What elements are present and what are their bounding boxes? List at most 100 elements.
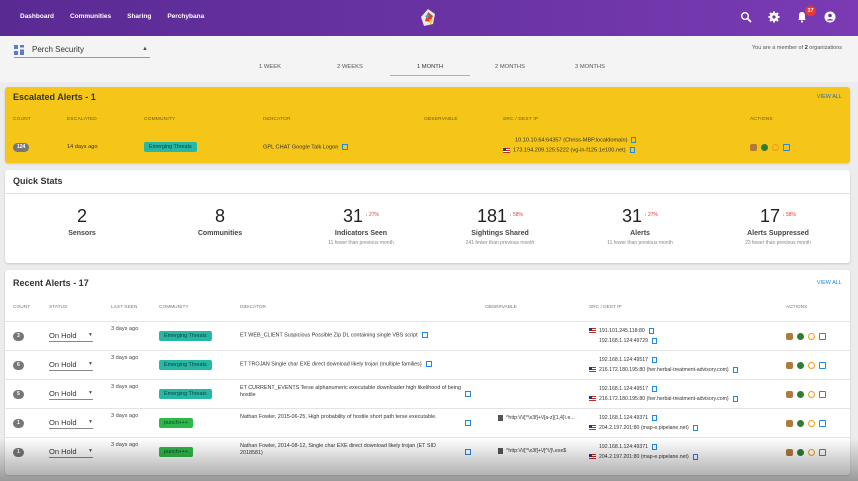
edit-icon[interactable] [819, 449, 826, 456]
table-row[interactable]: 5 On Hold ▼ 3 days ago Emerging Threats E… [5, 379, 850, 408]
copy-icon[interactable] [652, 414, 658, 421]
tab-1-month[interactable]: 1 MONTH [390, 64, 470, 76]
check-icon[interactable] [761, 144, 768, 151]
external-link-icon[interactable] [465, 449, 471, 455]
community-tag[interactable]: punch+++ [159, 447, 194, 457]
copy-icon[interactable] [652, 443, 658, 450]
recent-alerts-card: Recent Alerts - 17 VIEW ALL COUNT STATUS… [5, 270, 850, 475]
status-select[interactable]: On Hold ▼ [49, 418, 93, 429]
stat-trend: 27% [647, 212, 658, 218]
nav-perchybana[interactable]: Perchybana [167, 13, 204, 20]
tab-2-months[interactable]: 2 MONTHS [470, 64, 550, 76]
copy-icon[interactable] [648, 327, 654, 334]
table-row[interactable]: 6 On Hold ▼ 3 days ago Emerging Threats E… [5, 350, 850, 379]
nav-sharing[interactable]: Sharing [127, 13, 151, 20]
src-ip: 10.10.10.64:64357 (Chriss-MBP.localdomai… [515, 137, 637, 143]
edit-icon[interactable] [783, 144, 790, 151]
check-icon[interactable] [797, 391, 804, 398]
dest-line: 216.172.180.195:80 (her.herbal-treatment… [589, 394, 738, 404]
community-tag[interactable]: Emerging Threats [159, 331, 212, 341]
stat-alerts-suppressed: 17 ↓ 58% Alerts Suppressed 23 fewer than … [708, 206, 848, 246]
block-icon[interactable] [808, 420, 815, 427]
bug-icon[interactable] [786, 333, 793, 340]
stat-value: 2 [76, 206, 87, 226]
indicator-text: ET TROJAN Single char EXE direct downloa… [240, 361, 468, 368]
community-tag[interactable]: punch+++ [159, 418, 194, 428]
bug-icon[interactable] [786, 391, 793, 398]
bug-icon[interactable] [750, 144, 757, 151]
block-icon[interactable] [808, 391, 815, 398]
org-bar: Perch Security ▲ You are a member of 2 o… [0, 36, 858, 82]
edit-icon[interactable] [819, 391, 826, 398]
perch-logo-icon[interactable] [418, 8, 438, 28]
status-select[interactable]: On Hold ▼ [49, 447, 93, 458]
check-icon[interactable] [797, 333, 804, 340]
bug-icon[interactable] [786, 420, 793, 427]
indicator-label: ET CURRENT_EVENTS Terse alphanumeric exe… [240, 385, 461, 398]
src-dest-ip: 192.168.1.124:49371 204.2.197.201:80 (ma… [589, 413, 698, 433]
block-icon[interactable] [808, 362, 815, 369]
gear-icon[interactable] [768, 11, 780, 23]
external-link-icon[interactable] [421, 332, 428, 338]
copy-icon[interactable] [692, 424, 698, 431]
check-icon[interactable] [797, 362, 804, 369]
src-ip-label: 192.168.1.124:49517 [599, 386, 649, 392]
copy-icon[interactable] [732, 395, 738, 402]
check-icon[interactable] [797, 449, 804, 456]
escalated-row[interactable]: 124 14 days ago Emerging Threats GPL CHA… [5, 137, 850, 157]
flag-us-icon [589, 328, 596, 334]
copy-icon[interactable] [652, 356, 658, 363]
block-icon[interactable] [808, 333, 815, 340]
copy-icon[interactable] [692, 453, 698, 460]
search-icon[interactable] [740, 11, 752, 23]
external-link-icon[interactable] [342, 144, 349, 150]
count-pill: 1 [13, 419, 24, 428]
edit-icon[interactable] [819, 362, 826, 369]
edit-icon[interactable] [819, 420, 826, 427]
status-value: On Hold [49, 389, 77, 398]
edit-icon[interactable] [819, 333, 826, 340]
nav-communities[interactable]: Communities [70, 13, 111, 20]
table-row[interactable]: 3 On Hold ▼ 3 days ago Emerging Threats E… [5, 321, 850, 350]
indicator-label: ET WEB_CLIENT Suspicious Possible Zip DL… [240, 332, 418, 339]
tab-3-months[interactable]: 3 MONTHS [550, 64, 630, 76]
last-seen: 3 days ago [111, 326, 139, 332]
check-icon[interactable] [797, 420, 804, 427]
community-tag[interactable]: Emerging Threats [159, 389, 212, 399]
membership-suffix: organizations [809, 45, 842, 51]
tab-2-weeks[interactable]: 2 WEEKS [310, 64, 390, 76]
nav-dashboard[interactable]: Dashboard [20, 13, 54, 20]
external-link-icon[interactable] [465, 391, 471, 397]
block-icon[interactable] [808, 449, 815, 456]
stat-sightings-shared: 181 ↓ 58% Sightings Shared 241 fewer than… [430, 206, 570, 246]
src-dest-ip: 192.168.1.124:49517 216.172.180.195:80 (… [589, 384, 738, 404]
block-icon[interactable] [772, 144, 779, 151]
notifications-button[interactable]: 17 [796, 6, 816, 23]
copy-icon[interactable] [631, 137, 637, 143]
status-select[interactable]: On Hold ▼ [49, 389, 93, 400]
status-value: On Hold [49, 360, 77, 369]
copy-icon[interactable] [652, 337, 658, 344]
external-link-icon[interactable] [465, 420, 471, 426]
tab-1-week[interactable]: 1 WEEK [230, 64, 310, 76]
indicator-text: Nathan Fowler, 2014-08-12, Single char E… [240, 443, 440, 457]
table-row[interactable]: 1 On Hold ▼ 3 days ago punch+++ Nathan Fo… [5, 408, 850, 437]
escalated-view-all-link[interactable]: VIEW ALL [817, 94, 842, 100]
table-row[interactable]: 1 On Hold ▼ 3 days ago punch+++ Nathan Fo… [5, 437, 850, 466]
recent-title: Recent Alerts - 17 [13, 278, 89, 288]
account-icon[interactable] [824, 11, 836, 23]
copy-icon[interactable] [652, 385, 658, 392]
status-select[interactable]: On Hold ▼ [49, 360, 93, 371]
row-actions [786, 391, 826, 398]
bug-icon[interactable] [786, 362, 793, 369]
status-value: On Hold [49, 418, 77, 427]
status-select[interactable]: On Hold ▼ [49, 331, 93, 342]
bug-icon[interactable] [786, 449, 793, 456]
external-link-icon[interactable] [425, 361, 432, 367]
community-tag[interactable]: Emerging Threats [144, 142, 197, 152]
organization-select[interactable]: Perch Security ▲ [14, 42, 150, 58]
copy-icon[interactable] [732, 366, 738, 373]
recent-view-all-link[interactable]: VIEW ALL [817, 280, 842, 286]
community-tag[interactable]: Emerging Threats [159, 360, 212, 370]
copy-icon[interactable] [629, 147, 635, 153]
